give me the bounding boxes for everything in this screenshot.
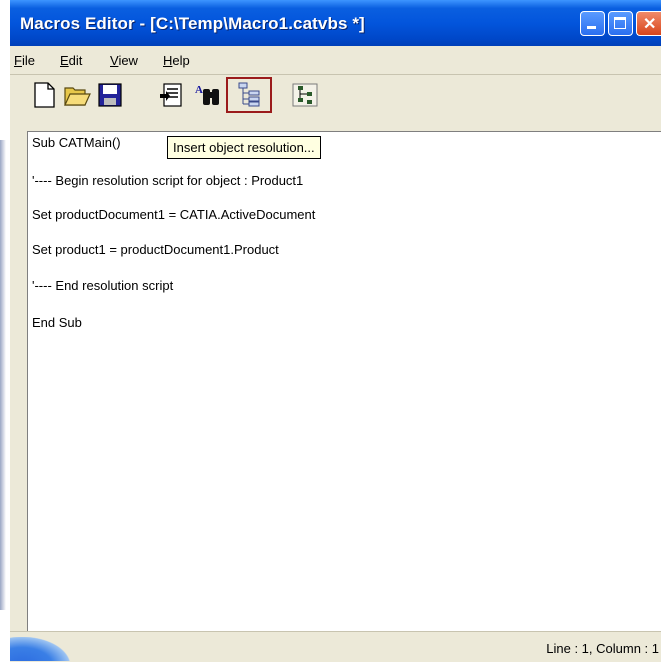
svg-text:A: A	[195, 84, 203, 96]
code-line: Sub CATMain()	[32, 135, 121, 150]
find-binoculars-icon[interactable]: A	[194, 80, 222, 110]
code-line: Set product1 = productDocument1.Product	[32, 242, 279, 257]
cursor-position: Line : 1, Column : 1	[546, 641, 659, 656]
maximize-button[interactable]	[608, 11, 633, 36]
toolbar: A	[10, 75, 661, 127]
window-title: Macros Editor - [C:\Temp\Macro1.catvbs *…	[20, 14, 365, 33]
code-line: '---- End resolution script	[32, 278, 174, 293]
menu-view[interactable]: View	[110, 53, 138, 68]
menu-help[interactable]: Help	[163, 53, 190, 68]
object-browser-icon[interactable]	[291, 80, 319, 110]
open-folder-icon[interactable]	[63, 80, 91, 110]
save-disk-icon[interactable]	[96, 80, 124, 110]
macros-editor-window: Macros Editor - [C:\Temp\Macro1.catvbs *…	[10, 0, 661, 662]
insert-object-resolution-icon[interactable]	[235, 80, 263, 110]
insert-text-icon[interactable]	[158, 80, 186, 110]
code-line: '---- Begin resolution script for object…	[32, 173, 304, 188]
menu-edit[interactable]: Edit	[60, 53, 82, 68]
tooltip: Insert object resolution...	[167, 136, 321, 159]
code-editor[interactable]: Sub CATMain() '---- Begin resolution scr…	[27, 131, 661, 631]
minimize-button[interactable]	[580, 11, 605, 36]
new-file-icon[interactable]	[30, 80, 58, 110]
menu-file[interactable]: File	[14, 53, 35, 68]
code-line: Set productDocument1 = CATIA.ActiveDocum…	[32, 207, 316, 222]
desktop-edge	[0, 0, 10, 661]
close-button[interactable]	[636, 11, 661, 36]
code-line: End Sub	[32, 315, 82, 330]
title-bar[interactable]: Macros Editor - [C:\Temp\Macro1.catvbs *…	[10, 0, 661, 46]
menu-bar: File Edit View Help	[10, 46, 661, 75]
taskbar-start-icon	[10, 637, 70, 661]
status-bar: Line : 1, Column : 1	[10, 631, 661, 662]
